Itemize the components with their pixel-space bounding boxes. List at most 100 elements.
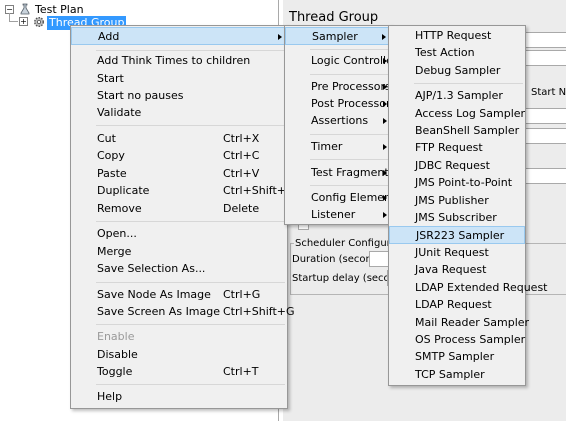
menu-item-timer[interactable]: Timer	[285, 138, 391, 155]
menu-item-ajp-sampler[interactable]: AJP/1.3 Sampler	[389, 87, 525, 104]
menu-item-access-log-sampler[interactable]: Access Log Sampler	[389, 105, 525, 122]
menu-item-label: Save Selection As...	[97, 262, 206, 275]
menu-item-label: HTTP Request	[415, 29, 492, 42]
menu-item-label: AJP/1.3 Sampler	[415, 89, 503, 102]
menu-item-jdbc-request[interactable]: JDBC Request	[389, 157, 525, 174]
menu-separator	[96, 125, 285, 126]
menu-item-label: Assertions	[311, 114, 369, 127]
menu-item-label: Listener	[311, 208, 356, 221]
menu-item-smtp-sampler[interactable]: SMTP Sampler	[389, 348, 525, 365]
menu-item-paste[interactable]: Paste Ctrl+V	[71, 165, 287, 182]
submenu-arrow-icon	[383, 212, 387, 218]
menu-item-shortcut: Ctrl+G	[223, 288, 261, 301]
menu-item-remove[interactable]: Remove Delete	[71, 200, 287, 217]
menu-item-save-node-as-image[interactable]: Save Node As Image Ctrl+G	[71, 286, 287, 303]
name-field[interactable]	[523, 32, 566, 48]
menu-item-start[interactable]: Start	[71, 70, 287, 87]
submenu-arrow-icon	[383, 195, 387, 201]
menu-separator	[96, 50, 285, 51]
menu-item-label: Copy	[97, 149, 125, 162]
menu-item-add[interactable]: Add	[71, 27, 287, 45]
menu-item-copy[interactable]: Copy Ctrl+C	[71, 147, 287, 164]
menu-item-label: Start	[97, 72, 124, 85]
menu-item-help[interactable]: Help	[71, 388, 287, 405]
menu-separator	[96, 384, 285, 385]
menu-item-label: Cut	[97, 132, 116, 145]
menu-item-toggle[interactable]: Toggle Ctrl+T	[71, 363, 287, 380]
menu-item-label: JSR223 Sampler	[416, 229, 505, 242]
menu-item-save-selection-as[interactable]: Save Selection As...	[71, 260, 287, 277]
menu-item-label: TCP Sampler	[415, 368, 485, 381]
menu-separator	[310, 134, 389, 135]
menu-item-validate[interactable]: Validate	[71, 104, 287, 121]
menu-item-tcp-sampler[interactable]: TCP Sampler	[389, 366, 525, 383]
menu-item-ldap-extended-request[interactable]: LDAP Extended Request	[389, 279, 547, 296]
menu-separator	[414, 83, 523, 84]
threads-field[interactable]	[523, 108, 566, 124]
menu-item-sampler[interactable]: Sampler	[285, 27, 391, 45]
menu-item-label: Test Action	[415, 46, 475, 59]
test-plan-icon	[19, 3, 31, 15]
menu-separator	[310, 185, 389, 186]
menu-item-shortcut: Ctrl+Shift+G	[223, 305, 295, 318]
menu-item-disable[interactable]: Disable	[71, 346, 287, 363]
menu-item-post-processors[interactable]: Post Processors	[285, 95, 396, 112]
submenu-arrow-icon	[383, 101, 387, 107]
menu-item-label: Add Think Times to children	[97, 54, 251, 67]
submenu-arrow-icon	[383, 144, 387, 150]
menu-item-jms-publisher[interactable]: JMS Publisher	[389, 192, 525, 209]
ramp-up-field[interactable]	[523, 128, 566, 144]
menu-item-save-screen-as-image[interactable]: Save Screen As Image Ctrl+Shift+G	[71, 303, 295, 320]
menu-item-os-process-sampler[interactable]: OS Process Sampler	[389, 331, 525, 348]
menu-item-label: Sampler	[312, 30, 358, 43]
menu-item-label: Remove	[97, 202, 142, 215]
menu-item-assertions[interactable]: Assertions	[285, 112, 391, 129]
menu-item-ftp-request[interactable]: FTP Request	[389, 139, 525, 156]
menu-item-label: JUnit Request	[415, 246, 489, 259]
menu-item-logic-controller[interactable]: Logic Controller	[285, 52, 397, 69]
loop-count-field[interactable]	[523, 168, 566, 184]
menu-item-label: Add	[98, 30, 120, 43]
menu-item-label: Help	[97, 390, 123, 403]
menu-item-ldap-request[interactable]: LDAP Request	[389, 296, 525, 313]
menu-item-label: Validate	[97, 106, 142, 119]
menu-item-beanshell-sampler[interactable]: BeanShell Sampler	[389, 122, 525, 139]
menu-item-jsr223-sampler[interactable]: JSR223 Sampler	[389, 226, 525, 244]
menu-item-label: Access Log Sampler	[415, 107, 526, 120]
menu-item-http-request[interactable]: HTTP Request	[389, 27, 525, 44]
comments-field[interactable]	[523, 50, 566, 66]
menu-item-label: Mail Reader Sampler	[415, 316, 530, 329]
menu-item-test-action[interactable]: Test Action	[389, 44, 525, 61]
menu-item-listener[interactable]: Listener	[285, 206, 391, 223]
menu-item-mail-reader-sampler[interactable]: Mail Reader Sampler	[389, 314, 529, 331]
menu-item-label: Enable	[97, 330, 135, 343]
menu-item-test-fragment[interactable]: Test Fragment	[285, 164, 391, 181]
menu-item-start-no-pauses[interactable]: Start no pauses	[71, 87, 287, 104]
expand-toggle-icon[interactable]: +	[19, 17, 28, 26]
menu-item-shortcut: Delete	[223, 202, 260, 215]
menu-item-open[interactable]: Open...	[71, 225, 287, 242]
menu-item-label: Start no pauses	[97, 89, 184, 102]
menu-item-label: SMTP Sampler	[415, 350, 495, 363]
menu-item-duplicate[interactable]: Duplicate Ctrl+Shift+C	[71, 182, 294, 199]
menu-item-cut[interactable]: Cut Ctrl+X	[71, 130, 287, 147]
menu-item-label: Test Fragment	[311, 166, 389, 179]
menu-item-shortcut: Ctrl+X	[223, 132, 260, 145]
menu-item-java-request[interactable]: Java Request	[389, 261, 525, 278]
menu-item-label: JMS Publisher	[415, 194, 489, 207]
menu-item-jms-subscriber[interactable]: JMS Subscriber	[389, 209, 525, 226]
menu-item-label: Save Node As Image	[97, 288, 211, 301]
menu-item-label: LDAP Request	[415, 298, 492, 311]
menu-item-config-element[interactable]: Config Element	[285, 189, 395, 206]
submenu-arrow-icon	[383, 118, 387, 124]
menu-item-add-think-times[interactable]: Add Think Times to children	[71, 52, 287, 69]
menu-separator	[310, 49, 389, 50]
menu-item-junit-request[interactable]: JUnit Request	[389, 244, 525, 261]
menu-item-pre-processors[interactable]: Pre Processors	[285, 78, 391, 95]
menu-item-shortcut: Ctrl+T	[223, 365, 259, 378]
menu-item-jms-point-to-point[interactable]: JMS Point-to-Point	[389, 174, 525, 191]
menu-item-debug-sampler[interactable]: Debug Sampler	[389, 62, 525, 79]
menu-item-merge[interactable]: Merge	[71, 243, 287, 260]
submenu-arrow-icon	[382, 34, 386, 40]
menu-separator	[310, 159, 389, 160]
